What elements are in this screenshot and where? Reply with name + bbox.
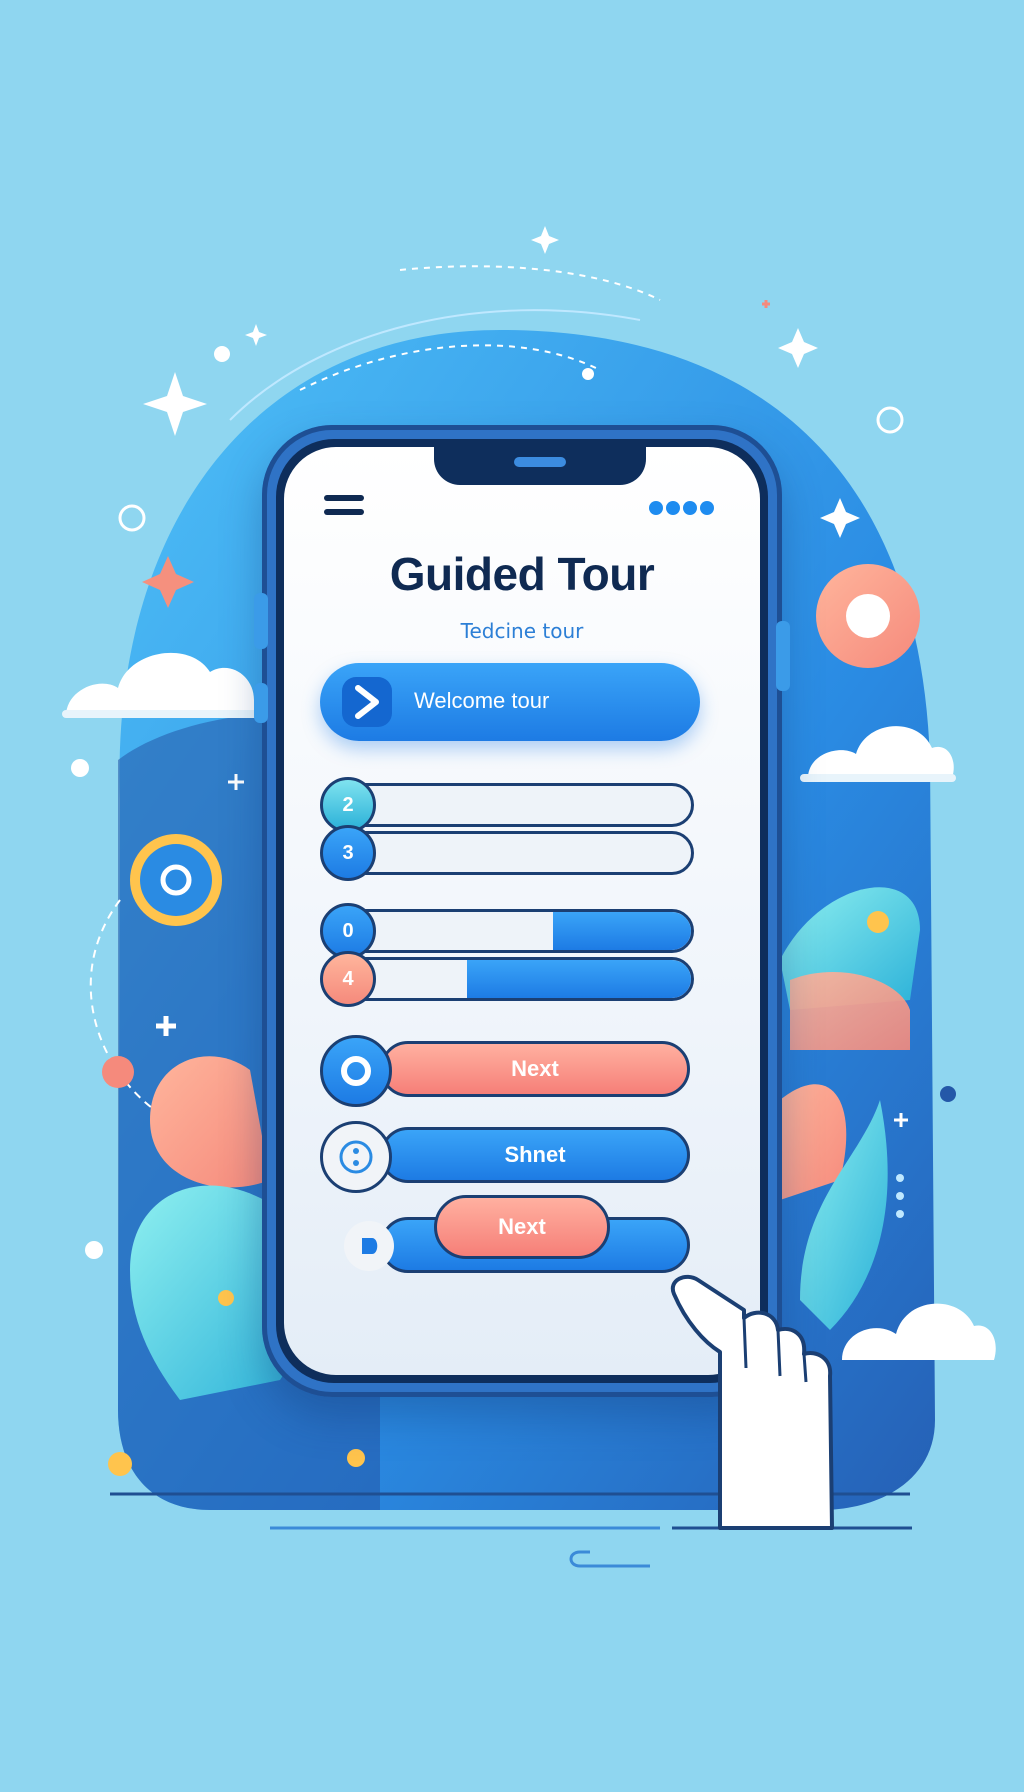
info-dots-icon bbox=[320, 1121, 392, 1193]
step-number-badge: 4 bbox=[320, 951, 376, 1007]
phone-screen: Guided Tour Tedcine tour Welcome tour 2 … bbox=[284, 447, 760, 1375]
step-progress-bar bbox=[344, 909, 694, 953]
hamburger-menu-icon[interactable] bbox=[324, 495, 364, 521]
phone-side-button bbox=[776, 621, 790, 691]
tour-step-row[interactable]: 4 bbox=[320, 951, 700, 1007]
dots-icon[interactable] bbox=[649, 501, 714, 515]
step-progress-bar bbox=[344, 783, 694, 827]
start-action-row[interactable]: Shnet bbox=[320, 1121, 700, 1193]
record-icon bbox=[320, 1035, 392, 1107]
step-progress-fill bbox=[553, 912, 691, 950]
step-number-badge: 3 bbox=[320, 825, 376, 881]
pointing-hand-icon bbox=[670, 1274, 834, 1530]
next-action-row[interactable]: Next bbox=[320, 1035, 700, 1107]
bottom-next-button[interactable]: Next bbox=[434, 1195, 610, 1259]
welcome-tour-label: Welcome tour bbox=[414, 688, 550, 713]
phone-side-button bbox=[254, 593, 268, 649]
speaker-grille bbox=[514, 457, 566, 467]
step-progress-fill bbox=[467, 960, 691, 998]
next-button[interactable]: Next bbox=[380, 1041, 690, 1097]
play-icon bbox=[344, 1221, 394, 1271]
page-subtitle: Tedcine tour bbox=[460, 619, 584, 643]
phone-bezel: Guided Tour Tedcine tour Welcome tour 2 … bbox=[276, 439, 768, 1383]
welcome-tour-button[interactable]: Welcome tour bbox=[320, 663, 700, 741]
step-progress-bar bbox=[344, 957, 694, 1001]
page-title: Guided Tour bbox=[389, 548, 655, 600]
phone-mockup: Guided Tour Tedcine tour Welcome tour 2 … bbox=[254, 425, 790, 1397]
start-button[interactable]: Shnet bbox=[380, 1127, 690, 1183]
tour-step-row[interactable]: 3 bbox=[320, 825, 700, 881]
phone-side-button bbox=[254, 683, 268, 723]
step-progress-bar bbox=[344, 831, 694, 875]
chevron-right-icon bbox=[342, 677, 392, 727]
phone-notch bbox=[434, 447, 646, 485]
